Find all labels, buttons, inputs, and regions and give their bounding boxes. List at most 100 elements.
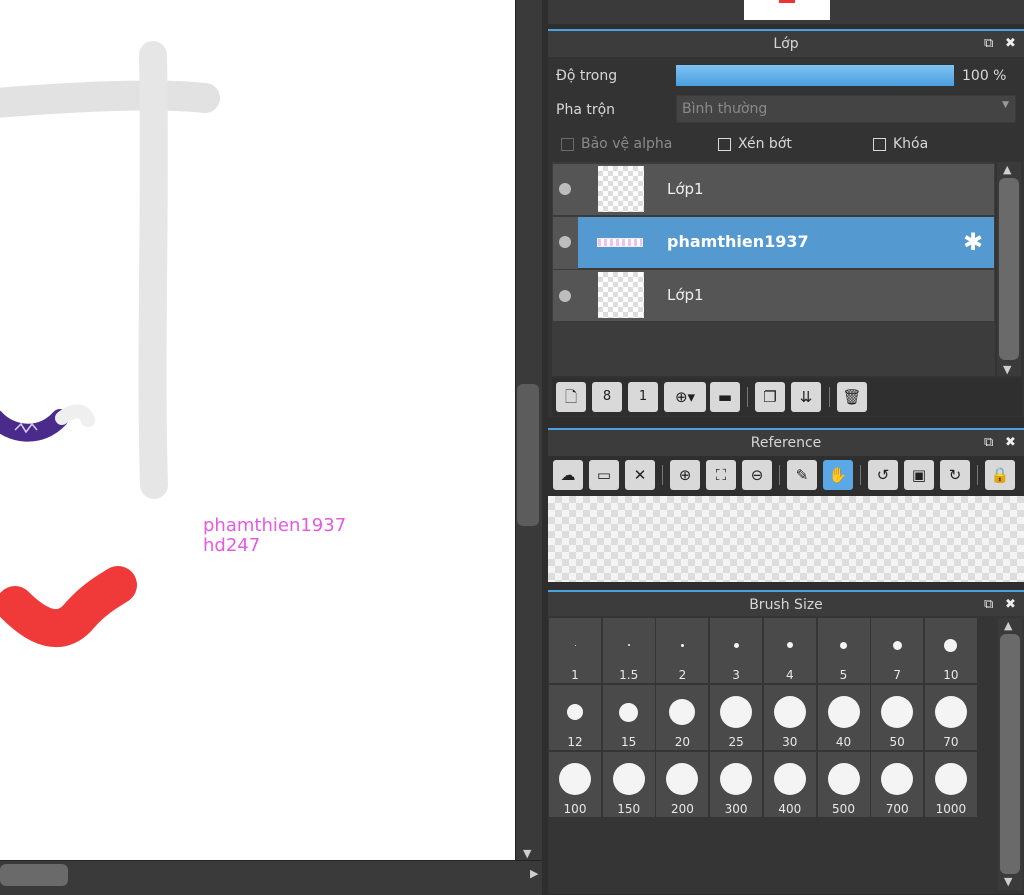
layer-row[interactable]: Lớp1: [553, 270, 994, 322]
canvas-vertical-scroll-thumb[interactable]: [517, 384, 539, 526]
canvas-horizontal-scroll-thumb[interactable]: [0, 864, 68, 886]
brush-size-label: 1: [571, 668, 579, 682]
fit-icon[interactable]: ⛶: [706, 460, 736, 490]
opacity-slider[interactable]: [676, 65, 954, 86]
add-layer-menu-icon[interactable]: ⊕▾: [664, 382, 706, 412]
open-folder-icon[interactable]: ▭: [589, 460, 619, 490]
lock-checkbox[interactable]: [873, 138, 886, 151]
brush-size-cell[interactable]: 25: [710, 685, 763, 750]
blend-label: Pha trộn: [556, 102, 616, 118]
layer-name: Lớp1: [667, 180, 704, 198]
brush-panel-scroll-thumb[interactable]: [1000, 634, 1020, 874]
scroll-up-arrow-icon[interactable]: ▲: [1003, 164, 1011, 175]
brush-size-dot: [680, 643, 684, 647]
layer-visibility-icon[interactable]: [559, 236, 571, 248]
gear-icon[interactable]: ✱: [963, 228, 983, 256]
drawing-canvas[interactable]: phamthien1937 hd247: [0, 0, 515, 860]
brush-size-cell[interactable]: 3: [710, 618, 763, 683]
brush-size-cell[interactable]: 300: [710, 752, 763, 817]
layer-row-selected[interactable]: phamthien1937 ✱: [578, 217, 994, 269]
brush-size-cell[interactable]: 50: [871, 685, 924, 750]
new-1bit-layer-icon[interactable]: 1: [628, 382, 658, 412]
brush-size-cell[interactable]: 150: [602, 752, 655, 817]
brush-size-label: 40: [835, 735, 852, 749]
brush-size-cell[interactable]: 100: [549, 752, 601, 817]
new-8bit-layer-icon[interactable]: 8: [592, 382, 622, 412]
blend-mode-select[interactable]: Bình thường ▼: [676, 95, 1016, 123]
actual-size-icon[interactable]: ▣: [904, 460, 934, 490]
rotate-right-icon[interactable]: ↻: [940, 460, 970, 490]
brush-size-dot: [944, 638, 958, 652]
rotate-left-icon[interactable]: ↺: [868, 460, 898, 490]
brush-size-cell[interactable]: 200: [656, 752, 709, 817]
zoom-out-icon[interactable]: ⊖: [742, 460, 772, 490]
brush-size-dot: [773, 696, 806, 728]
brush-size-cell[interactable]: 1: [549, 618, 601, 683]
scroll-down-arrow-icon[interactable]: ▼: [1004, 876, 1012, 887]
toolbar-separator: [662, 465, 663, 485]
canvas-strokes: [0, 41, 220, 648]
brush-size-cell[interactable]: 12: [549, 685, 601, 750]
brush-size-cell[interactable]: 70: [924, 685, 977, 750]
brush-size-cell[interactable]: 40: [817, 685, 870, 750]
layer-thumbnail: [598, 166, 644, 212]
purple-stroke: [0, 409, 69, 442]
lock-icon[interactable]: 🔒: [985, 460, 1015, 490]
brush-size-cell[interactable]: 4: [763, 618, 816, 683]
navigator-preview: [744, 0, 830, 20]
scroll-up-arrow-icon[interactable]: ▲: [1004, 620, 1012, 631]
layer-list-scroll-thumb[interactable]: [999, 178, 1019, 360]
layer-panel-header: Lớp: [548, 29, 1024, 57]
navigator-panel: [548, 0, 1024, 24]
duplicate-layer-icon[interactable]: ❐: [755, 382, 785, 412]
layer-thumbnail: [598, 272, 644, 318]
brush-size-dot: [934, 763, 967, 795]
layer-visibility-icon[interactable]: [559, 290, 571, 302]
brush-size-cell[interactable]: 700: [871, 752, 924, 817]
cloud-download-icon[interactable]: ☁: [553, 460, 583, 490]
brush-size-cell[interactable]: 15: [602, 685, 655, 750]
protect-alpha-checkbox[interactable]: [561, 138, 574, 151]
hand-icon[interactable]: ✋: [823, 460, 853, 490]
opacity-slider-fill: [676, 65, 954, 86]
zoom-in-icon[interactable]: ⊕: [670, 460, 700, 490]
close-icon[interactable]: ✕: [625, 460, 655, 490]
merge-layer-icon[interactable]: ⇊: [791, 382, 821, 412]
brush-size-cell[interactable]: 7: [871, 618, 924, 683]
brush-size-label: 150: [617, 802, 641, 816]
layer-row[interactable]: Lớp1: [553, 164, 994, 216]
brush-panel-close-icon[interactable]: ✖: [1005, 592, 1016, 618]
scroll-down-arrow-icon[interactable]: ▼: [523, 848, 531, 859]
clip-checkbox[interactable]: [718, 138, 731, 151]
reference-image-area[interactable]: [548, 496, 1024, 582]
layer-visibility-icon[interactable]: [559, 183, 571, 195]
folder-icon[interactable]: ▬: [710, 382, 740, 412]
layer-panel-close-icon[interactable]: ✖: [1005, 31, 1016, 57]
brush-size-cell[interactable]: 400: [763, 752, 816, 817]
scroll-right-arrow-icon[interactable]: ▶: [530, 868, 538, 879]
brush-size-dot: [881, 696, 914, 728]
canvas-horizontal-scrollbar[interactable]: [0, 860, 542, 895]
brush-size-dot: [773, 763, 806, 795]
opacity-label: Độ trong: [556, 68, 618, 84]
scroll-down-arrow-icon[interactable]: ▼: [1003, 364, 1011, 375]
brush-size-label: 300: [724, 802, 748, 816]
delete-layer-icon[interactable]: 🗑: [837, 382, 867, 412]
brush-size-cell[interactable]: 500: [817, 752, 870, 817]
brush-size-dot: [827, 696, 860, 728]
reference-panel-float-icon[interactable]: ⧉: [984, 430, 993, 456]
brush-size-cell[interactable]: 30: [763, 685, 816, 750]
brush-size-cell[interactable]: 1000: [924, 752, 977, 817]
brush-size-label: 200: [670, 802, 694, 816]
brush-size-cell[interactable]: 10: [924, 618, 977, 683]
reference-panel-close-icon[interactable]: ✖: [1005, 430, 1016, 456]
protect-alpha-label: Bảo vệ alpha: [581, 136, 673, 152]
brush-size-cell[interactable]: 1.5: [602, 618, 655, 683]
brush-size-cell[interactable]: 5: [817, 618, 870, 683]
brush-panel-float-icon[interactable]: ⧉: [984, 592, 993, 618]
brush-size-cell[interactable]: 20: [656, 685, 709, 750]
eyedropper-icon[interactable]: ✎: [787, 460, 817, 490]
new-layer-icon[interactable]: 🗋: [556, 382, 586, 412]
layer-panel-float-icon[interactable]: ⧉: [984, 31, 993, 57]
brush-size-cell[interactable]: 2: [656, 618, 709, 683]
